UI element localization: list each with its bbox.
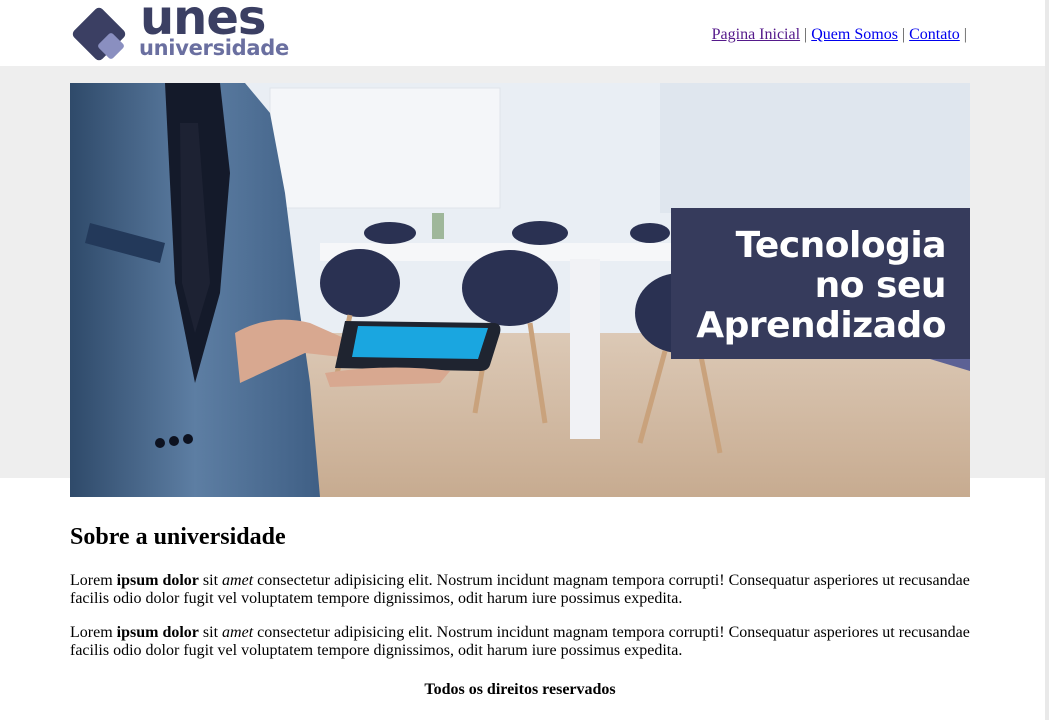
paragraph-bold: ipsum dolor	[116, 624, 199, 641]
hero-caption: Tecnologia no seu Aprendizado	[671, 208, 970, 359]
nav-separator: |	[963, 26, 967, 43]
paragraph-text: sit	[198, 624, 223, 641]
section-title: Sobre a universidade	[70, 524, 286, 550]
paragraph-text: Lorem	[70, 624, 117, 641]
logo-subtitle: universidade	[139, 36, 289, 60]
hero-caption-line: Tecnologia	[735, 225, 947, 266]
site-header: unes universidade Pagina Inicial | Quem …	[0, 0, 1045, 66]
paragraph-bold: ipsum dolor	[116, 572, 199, 589]
paragraph-italic: amet	[222, 572, 254, 589]
site-logo[interactable]: unes universidade	[70, 0, 289, 62]
hero-caption-line: no seu	[814, 265, 947, 306]
paragraph-text: Lorem	[70, 572, 117, 589]
nav-link-quem-somos[interactable]: Quem Somos	[811, 26, 898, 43]
main-content: Sobre a universidade Lorem ipsum dolor s…	[70, 522, 970, 676]
nav-link-contato[interactable]: Contato	[909, 26, 960, 43]
paragraph: Lorem ipsum dolor sit amet consectetur a…	[70, 624, 970, 660]
logo-diamond-icon	[72, 7, 126, 61]
site-footer: Todos os direitos reservados	[424, 681, 616, 698]
hero-banner: Tecnologia no seu Aprendizado	[70, 83, 970, 497]
hero-caption-line: Aprendizado	[696, 305, 946, 346]
paragraph-italic: amet	[222, 624, 254, 641]
nav-link-pagina-inicial[interactable]: Pagina Inicial	[712, 26, 800, 43]
page-scrollbar[interactable]	[1045, 0, 1049, 720]
top-nav: Pagina Inicial | Quem Somos | Contato |	[712, 25, 967, 45]
nav-separator: |	[804, 26, 808, 43]
paragraph-text: sit	[198, 572, 223, 589]
hero-caption-accent	[930, 359, 970, 371]
nav-separator: |	[901, 26, 906, 43]
paragraph: Lorem ipsum dolor sit amet consectetur a…	[70, 572, 970, 608]
